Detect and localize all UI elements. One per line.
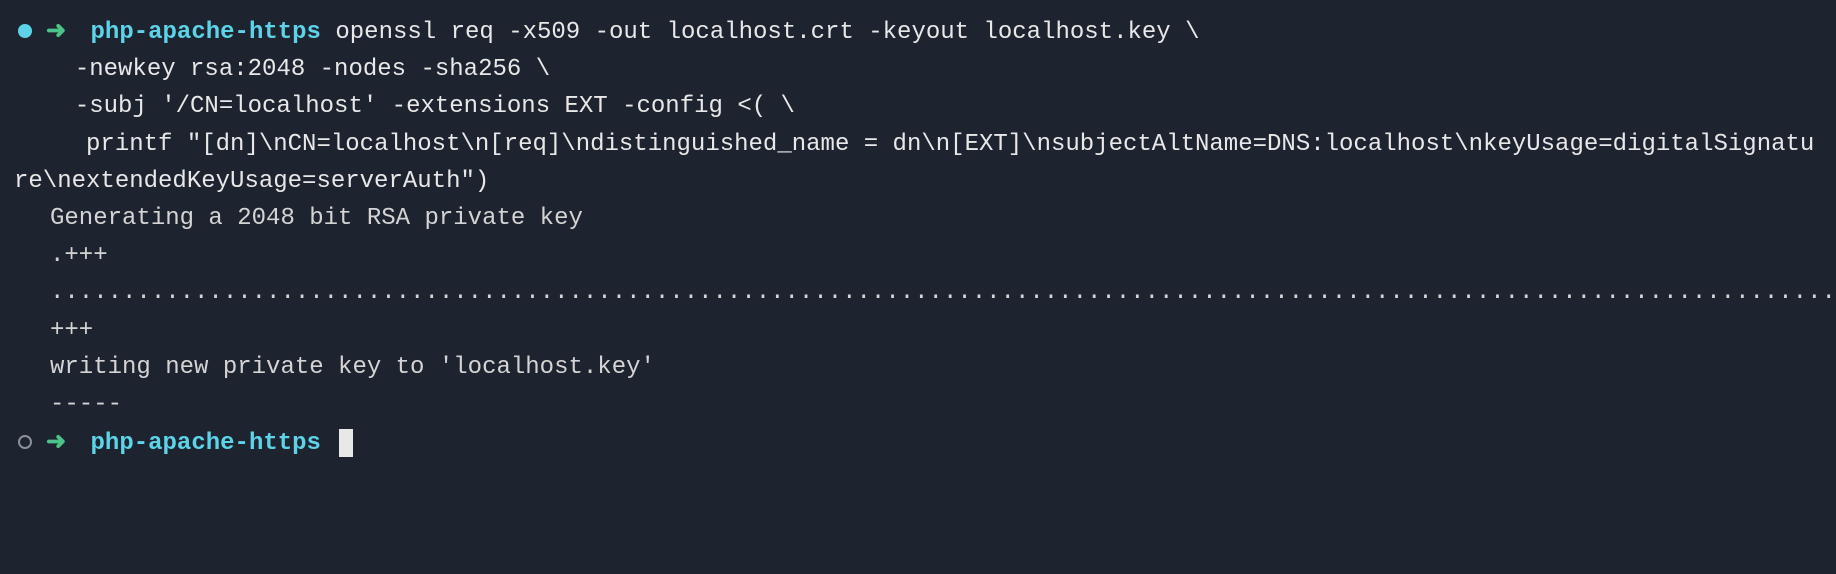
cursor-icon (339, 429, 353, 457)
output-line: writing new private key to 'localhost.ke… (50, 349, 1818, 386)
prompt-arrow: ➜ (46, 19, 66, 46)
command-text: openssl req -x509 -out localhost.crt -ke… (335, 19, 1199, 46)
output-line: ----- (50, 386, 1818, 423)
output-line: ........................................… (50, 274, 1818, 348)
prompt-arrow: ➜ (46, 430, 66, 457)
prompt-directory: php-apache-https (91, 19, 321, 46)
command-continuation: -subj '/CN=localhost' -extensions EXT -c… (46, 88, 1818, 125)
output-line: .+++ (50, 237, 1818, 274)
prompt-directory: php-apache-https (91, 430, 321, 457)
active-bullet-icon (18, 24, 32, 38)
command-line-2[interactable]: ➜ php-apache-https (18, 423, 1818, 462)
output-line: Generating a 2048 bit RSA private key (50, 200, 1818, 237)
command-line-1: ➜ php-apache-https openssl req -x509 -ou… (18, 12, 1818, 200)
inactive-bullet-icon (18, 435, 32, 449)
command-continuation: printf "[dn]\nCN=localhost\n[req]\ndisti… (14, 126, 1818, 200)
command-continuation: -newkey rsa:2048 -nodes -sha256 \ (46, 51, 1818, 88)
